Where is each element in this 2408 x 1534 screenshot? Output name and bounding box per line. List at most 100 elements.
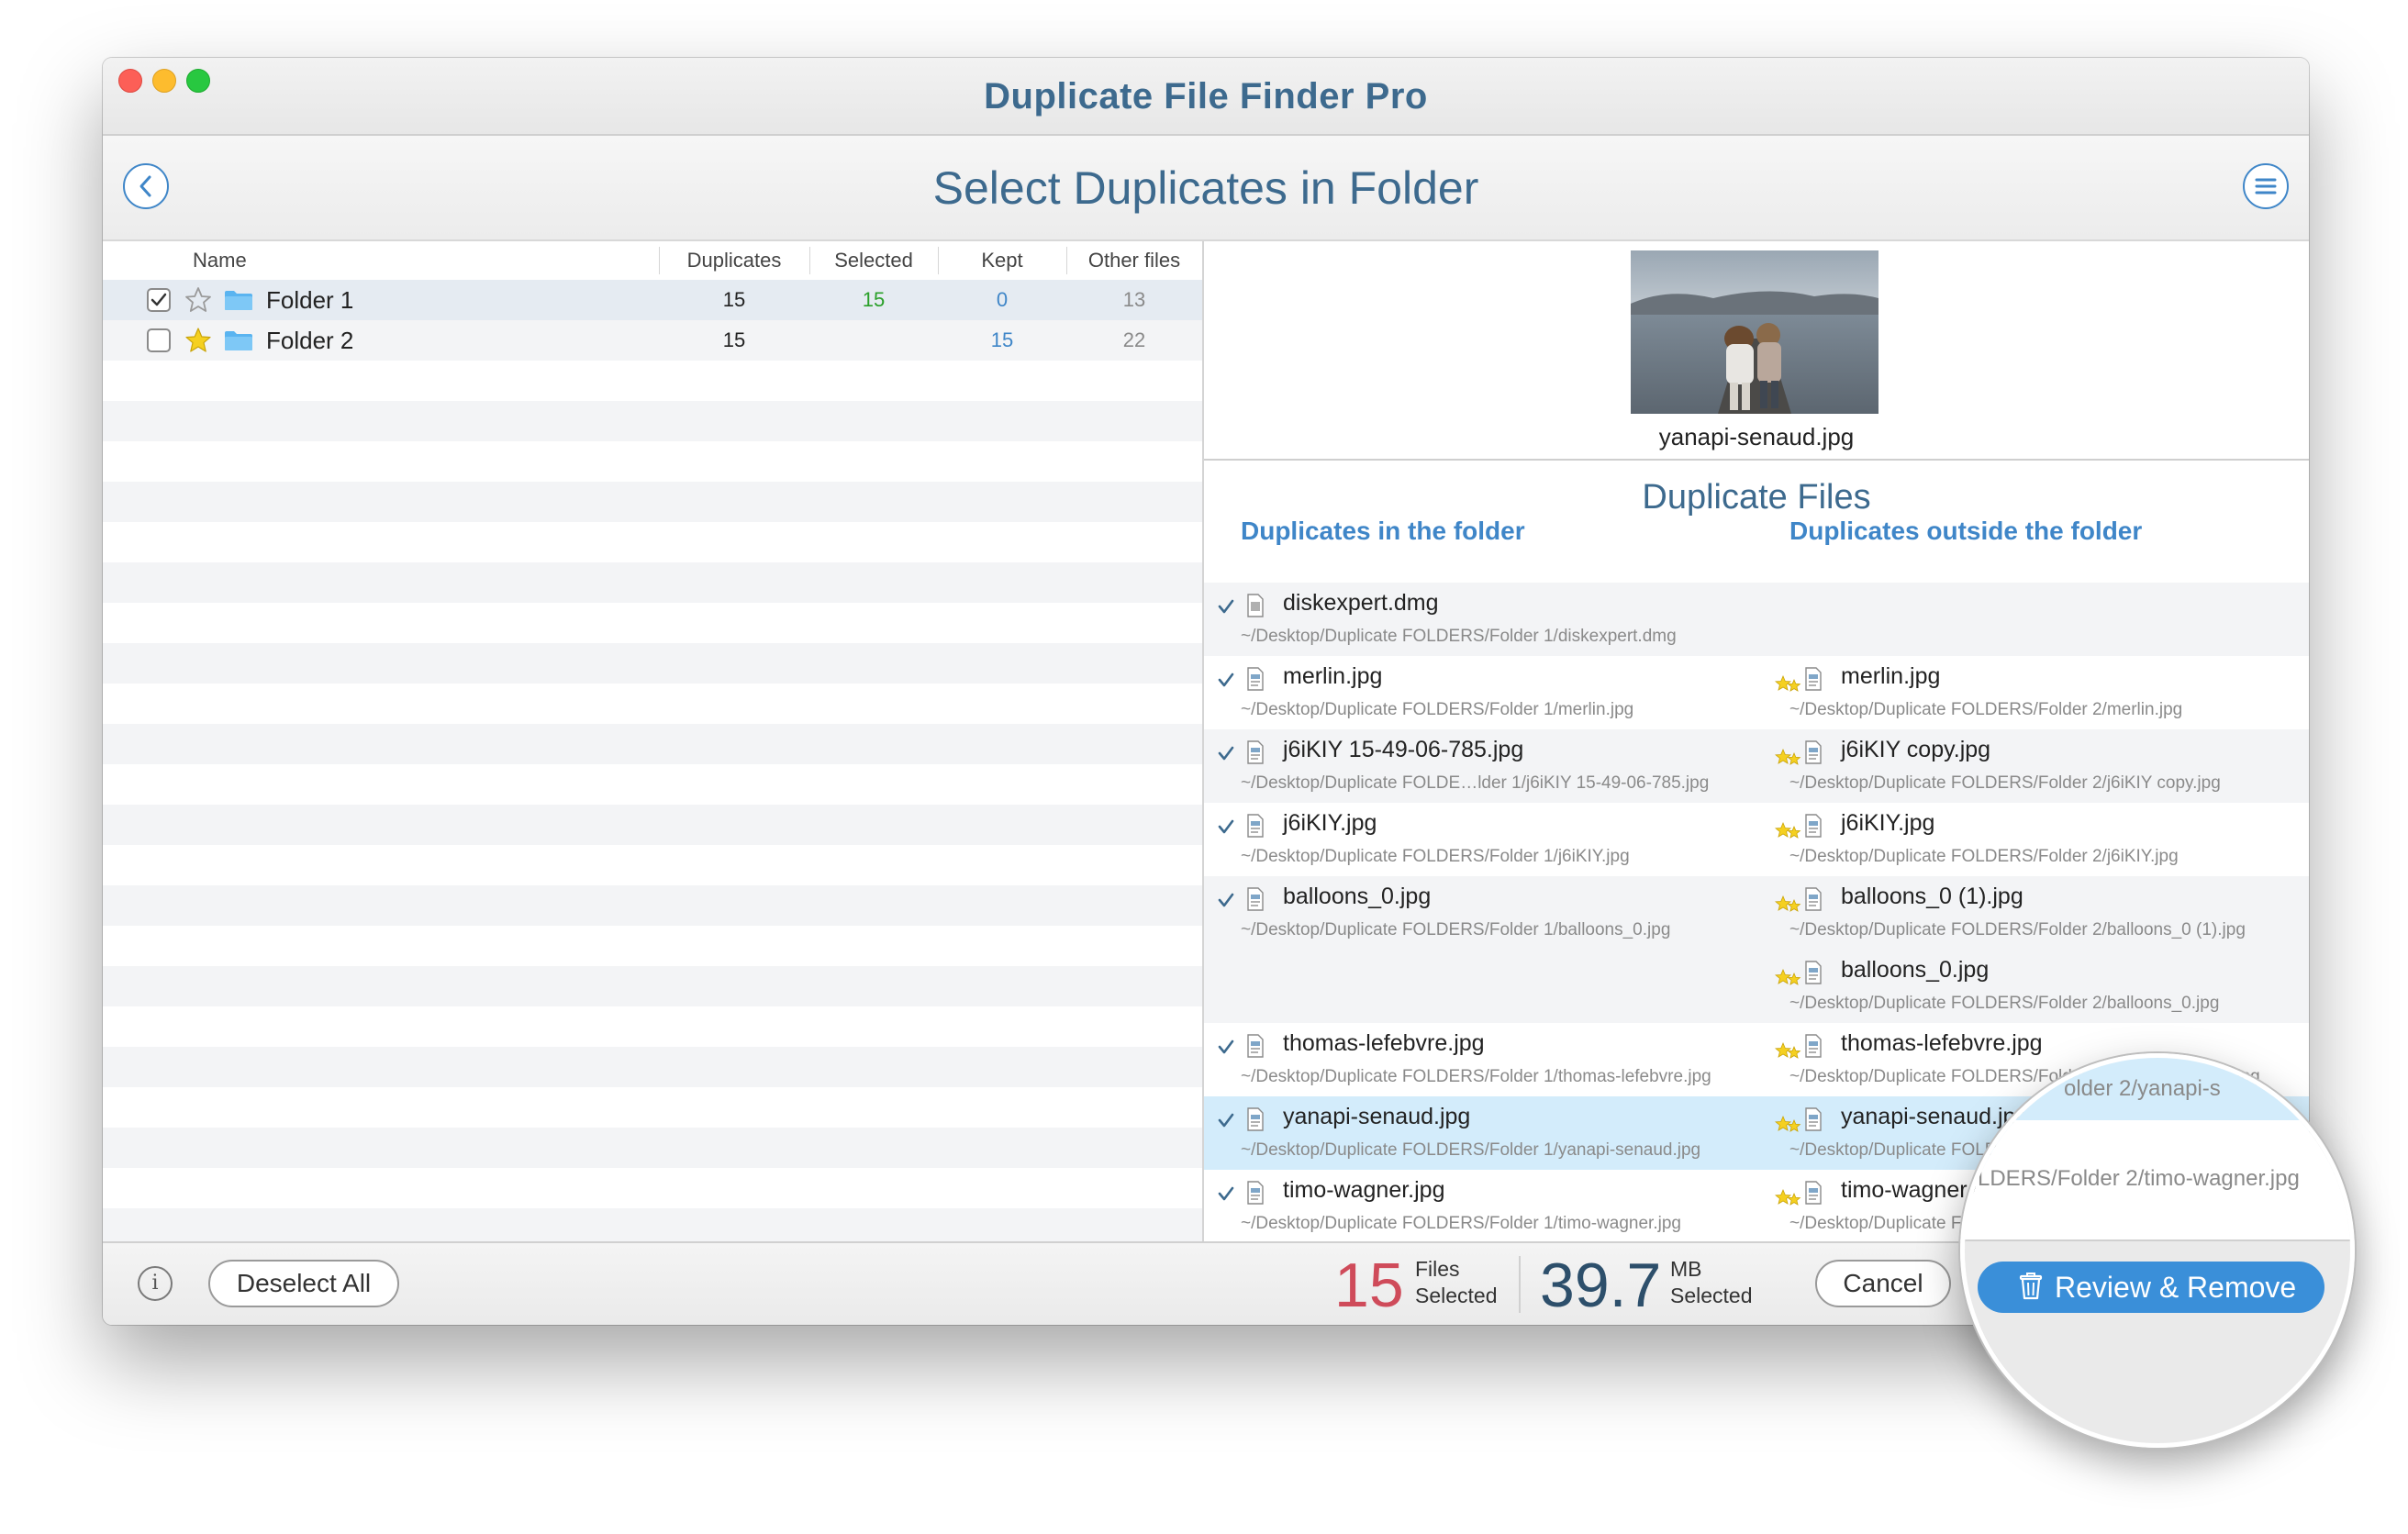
duplicate-file-path: ~/Desktop/Duplicate FOLDERS/Folder 1/j6i… bbox=[1241, 847, 1630, 866]
column-name[interactable]: Name bbox=[193, 241, 247, 280]
duplicate-file-name: diskexpert.dmg bbox=[1283, 590, 1439, 616]
file-icon bbox=[1804, 1181, 1823, 1205]
menu-button[interactable] bbox=[2243, 163, 2289, 209]
magnifier-lens: older 2/yanapi-s LDERS/Folder 2/timo-wag… bbox=[1960, 1053, 2355, 1448]
outside-file-path: ~/Desktop/Duplicate FOLDERS/Folder 2/bal… bbox=[1789, 920, 2246, 939]
folder-checkbox[interactable] bbox=[147, 328, 171, 352]
info-button[interactable]: i bbox=[138, 1266, 173, 1301]
divider bbox=[1204, 459, 2309, 461]
page-title: Select Duplicates in Folder bbox=[932, 162, 1479, 214]
star-filled-icon[interactable] bbox=[184, 326, 213, 355]
outside-file-name: balloons_0 (1).jpg bbox=[1841, 884, 2023, 909]
preview-file-name: yanapi-senaud.jpg bbox=[1658, 423, 1855, 450]
kept-count: 0 bbox=[996, 288, 1009, 311]
column-other-files[interactable]: Other files bbox=[1066, 241, 1202, 280]
duplicates-count: 15 bbox=[722, 288, 746, 311]
magnified-divider bbox=[1965, 1239, 2350, 1241]
deselect-all-button[interactable]: Deselect All bbox=[208, 1260, 399, 1307]
duplicate-file-name: thomas-lefebvre.jpg bbox=[1283, 1030, 1485, 1056]
double-star-icon bbox=[1774, 674, 1802, 695]
checkmark-icon[interactable] bbox=[1217, 891, 1235, 909]
in-folder-heading: Duplicates in the folder bbox=[1241, 517, 1525, 545]
double-star-icon bbox=[1774, 1188, 1802, 1208]
double-star-icon bbox=[1774, 821, 1802, 841]
double-star-icon bbox=[1774, 968, 1802, 988]
page-header: Select Duplicates in Folder bbox=[103, 136, 2309, 241]
checkmark-icon bbox=[150, 293, 167, 306]
files-selected-count: 15 bbox=[1334, 1251, 1404, 1320]
file-icon bbox=[1246, 667, 1265, 691]
outside-file-name: j6iKIY copy.jpg bbox=[1841, 737, 1991, 762]
file-icon bbox=[1804, 1034, 1823, 1058]
folder-icon bbox=[225, 291, 252, 310]
other-files-count: 13 bbox=[1122, 288, 1146, 311]
duplicate-file-path: ~/Desktop/Duplicate FOLDERS/Folder 1/mer… bbox=[1241, 700, 1634, 719]
other-files-count: 22 bbox=[1122, 328, 1146, 351]
checkmark-icon[interactable] bbox=[1217, 744, 1235, 762]
selected-count: 15 bbox=[862, 288, 886, 311]
duplicates-count: 15 bbox=[722, 328, 746, 351]
file-icon bbox=[1246, 887, 1265, 911]
file-icon bbox=[1246, 740, 1265, 764]
file-icon bbox=[1246, 1181, 1265, 1205]
magnified-path: older 2/yanapi-s bbox=[2064, 1076, 2221, 1101]
file-icon bbox=[1246, 594, 1265, 617]
checkmark-icon[interactable] bbox=[1217, 817, 1235, 836]
duplicate-file-path: ~/Desktop/Duplicate FOLDERS/Folder 1/bal… bbox=[1241, 920, 1671, 939]
duplicate-row[interactable]: j6iKIY.jpg ~/Desktop/Duplicate FOLDERS/Fo… bbox=[1204, 803, 2309, 876]
trash-icon bbox=[2019, 1273, 2043, 1300]
file-icon bbox=[1804, 1107, 1823, 1131]
duplicate-file-name: balloons_0.jpg bbox=[1283, 884, 1432, 909]
table-header: Name Duplicates Selected Kept Other file… bbox=[103, 241, 1202, 281]
folder-checkbox[interactable] bbox=[147, 288, 171, 312]
review-remove-button[interactable]: Review & Remove bbox=[1978, 1262, 2324, 1313]
duplicate-file-name: j6iKIY.jpg bbox=[1283, 810, 1377, 836]
app-title: Duplicate File Finder Pro bbox=[984, 76, 1428, 117]
checkmark-icon[interactable] bbox=[1217, 671, 1235, 689]
duplicate-file-name: merlin.jpg bbox=[1283, 663, 1383, 689]
file-icon bbox=[1804, 667, 1823, 691]
kept-count: 15 bbox=[990, 328, 1014, 351]
duplicate-file-path: ~/Desktop/Duplicate FOLDERS/Folder 1/yan… bbox=[1241, 1140, 1701, 1160]
checkmark-icon[interactable] bbox=[1217, 597, 1235, 616]
checkmark-icon[interactable] bbox=[1217, 1038, 1235, 1056]
duplicate-file-name: j6iKIY 15-49-06-785.jpg bbox=[1283, 737, 1524, 762]
size-unit-label: MB bbox=[1670, 1257, 1702, 1281]
duplicate-row[interactable]: j6iKIY 15-49-06-785.jpg ~/Desktop/Duplica… bbox=[1204, 729, 2309, 803]
outside-file-path: ~/Desktop/Duplicate F bbox=[1789, 1214, 1962, 1233]
double-star-icon bbox=[1774, 1041, 1802, 1062]
checkmark-icon[interactable] bbox=[1217, 1111, 1235, 1129]
double-star-icon bbox=[1774, 1115, 1802, 1135]
duplicate-row[interactable]: balloons_0.jpg ~/Desktop/Duplicate FOLDER… bbox=[1204, 876, 2309, 1023]
outside-file-path: ~/Desktop/Duplicate FOLDERS/Folder 2/mer… bbox=[1789, 700, 2183, 719]
star-outline-icon[interactable] bbox=[184, 285, 213, 315]
file-icon bbox=[1246, 814, 1265, 838]
column-kept[interactable]: Kept bbox=[938, 241, 1066, 280]
duplicate-row[interactable]: merlin.jpg ~/Desktop/Duplicate FOLDERS/Fo… bbox=[1204, 656, 2309, 729]
folder-name: Folder 2 bbox=[266, 327, 354, 354]
outside-folder-heading: Duplicates outside the folder bbox=[1789, 517, 2143, 545]
duplicate-file-name: timo-wagner.jpg bbox=[1283, 1177, 1445, 1203]
outside-file-path: ~/Desktop/Duplicate FOLDERS/Folder 2/j6i… bbox=[1789, 773, 2221, 793]
folder-icon bbox=[225, 331, 252, 350]
outside-file-name: j6iKIY.jpg bbox=[1841, 810, 1935, 836]
size-selected-value: 39.7 bbox=[1540, 1251, 1662, 1320]
column-duplicates[interactable]: Duplicates bbox=[659, 241, 809, 280]
file-icon bbox=[1804, 814, 1823, 838]
checkmark-icon[interactable] bbox=[1217, 1184, 1235, 1203]
table-row-folder-2[interactable]: Folder 2 15 15 22 bbox=[103, 320, 1202, 361]
footer-divider bbox=[1519, 1256, 1521, 1313]
outside-file-name: thomas-lefebvre.jpg bbox=[1841, 1030, 2043, 1056]
cancel-button[interactable]: Cancel bbox=[1815, 1260, 1951, 1307]
duplicate-file-path: ~/Desktop/Duplicate FOLDERS/Folder 1/tho… bbox=[1241, 1067, 1711, 1086]
table-row-folder-1[interactable]: Folder 1 15 15 0 13 bbox=[103, 280, 1202, 320]
file-icon bbox=[1246, 1034, 1265, 1058]
files-selected-label: Selected bbox=[1415, 1284, 1498, 1307]
duplicate-row[interactable]: diskexpert.dmg ~/Desktop/Duplicate FOLDER… bbox=[1204, 583, 2309, 656]
file-icon bbox=[1246, 1107, 1265, 1131]
column-selected[interactable]: Selected bbox=[809, 241, 938, 280]
outside-file-path: ~/Desktop/Duplicate FOLDERS/Folder 2/j6i… bbox=[1789, 847, 2179, 866]
outside-file-name: balloons_0.jpg bbox=[1841, 957, 1990, 983]
file-icon bbox=[1804, 740, 1823, 764]
double-star-icon bbox=[1774, 895, 1802, 915]
